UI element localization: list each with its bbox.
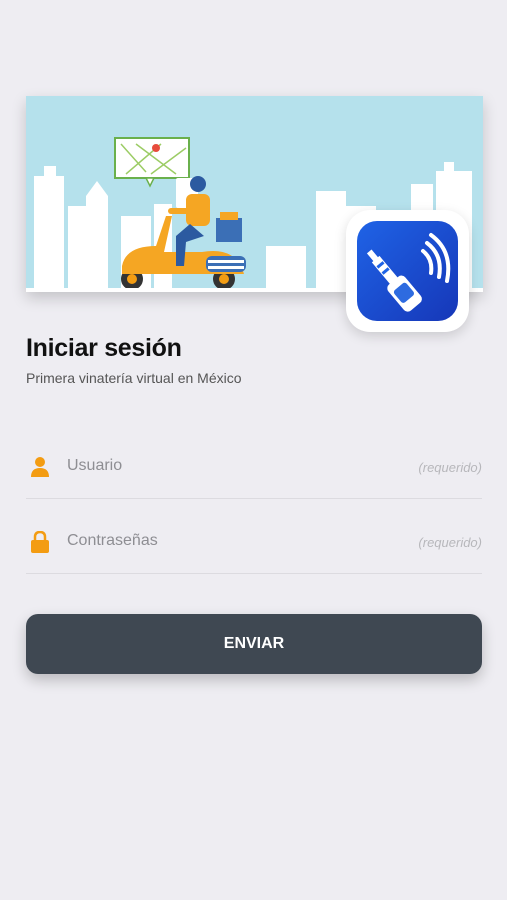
username-placeholder: Usuario	[67, 457, 123, 474]
page-title: Iniciar sesión	[26, 334, 182, 362]
page-subtitle: Primera vinatería virtual en México	[26, 370, 242, 386]
password-field[interactable]: Contraseñas (requerido)	[26, 499, 482, 574]
user-icon	[31, 457, 49, 477]
submit-button[interactable]: ENVIAR	[26, 614, 482, 674]
username-field[interactable]: Usuario (requerido)	[26, 424, 482, 499]
password-placeholder: Contraseñas	[67, 532, 158, 549]
username-required-hint: (requerido)	[418, 460, 482, 475]
lock-icon	[31, 531, 49, 553]
wine-bottle-wireless-icon	[357, 221, 458, 321]
app-icon	[346, 210, 469, 332]
password-required-hint: (requerido)	[418, 535, 482, 550]
